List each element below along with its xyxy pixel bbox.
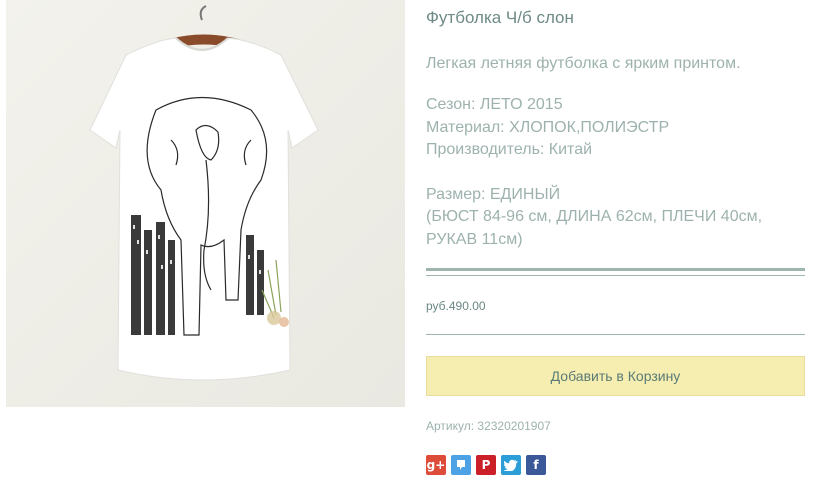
spec-material: Материал: ХЛОПОК,ПОЛИЭСТР [426, 118, 670, 136]
divider [426, 268, 805, 271]
spec-size: Размер: ЕДИНЫЙ [426, 185, 561, 203]
social-share-bar: g+ P f [426, 455, 546, 475]
product-image[interactable] [6, 0, 405, 407]
divider [426, 334, 805, 335]
add-to-cart-button[interactable]: Добавить в Корзину [426, 356, 805, 396]
odnoklassniki-icon[interactable] [451, 455, 471, 475]
spec-size-details-cont: РУКАВ 11см) [426, 230, 523, 248]
product-price: руб.490.00 [426, 299, 486, 313]
product-description: Легкая летняя футболка с ярким принтом. [426, 55, 741, 72]
spec-manufacturer: Производитель: Китай [426, 141, 593, 158]
spec-size-details: (БЮСТ 84-96 см, ДЛИНА 62см, ПЛЕЧИ 40см, [426, 208, 763, 225]
pinterest-icon[interactable]: P [476, 455, 496, 475]
twitter-icon[interactable] [501, 455, 521, 475]
product-sku: Артикул: 32320201907 [426, 419, 551, 433]
google-plus-icon[interactable]: g+ [426, 455, 446, 475]
product-specs: Сезон: ЛЕТО 2015 Материал: ХЛОПОК,ПОЛИЭС… [426, 94, 762, 251]
spec-season: Сезон: ЛЕТО 2015 [426, 96, 563, 113]
product-title: Футболка Ч/б слон [426, 8, 574, 27]
facebook-icon[interactable]: f [526, 455, 546, 475]
divider [426, 275, 805, 276]
tshirt-photo [6, 0, 405, 407]
